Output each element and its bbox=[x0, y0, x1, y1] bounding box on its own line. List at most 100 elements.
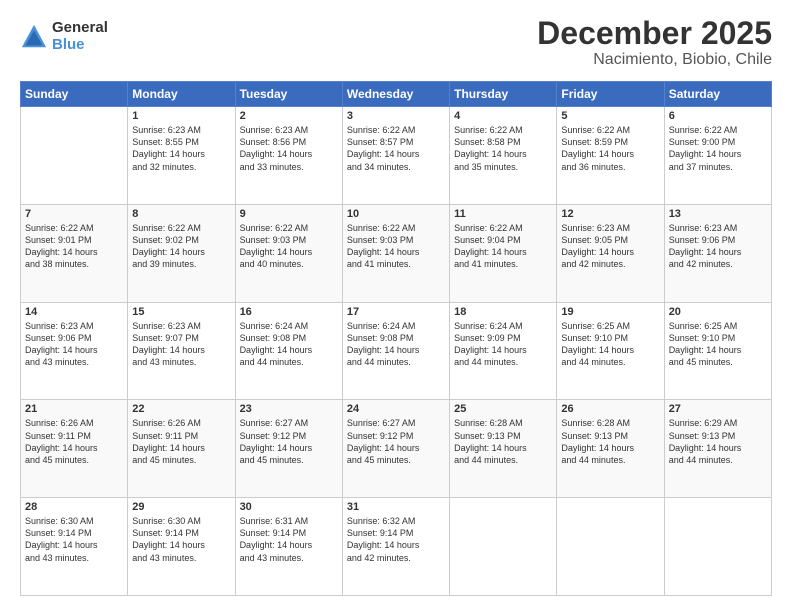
day-number: 11 bbox=[454, 208, 552, 220]
calendar-cell: 3Sunrise: 6:22 AM Sunset: 8:57 PM Daylig… bbox=[342, 107, 449, 205]
calendar-cell bbox=[21, 107, 128, 205]
day-info: Sunrise: 6:26 AM Sunset: 9:11 PM Dayligh… bbox=[132, 417, 230, 466]
day-number: 29 bbox=[132, 501, 230, 513]
calendar-week-1: 1 Sunrise: 6:23 AM Sunset: 8:55 PM Daylig… bbox=[21, 107, 772, 205]
calendar-cell: 8 Sunrise: 6:22 AM Sunset: 9:02 PM Daylig… bbox=[128, 204, 235, 302]
page: General Blue December 2025 Nacimiento, B… bbox=[0, 0, 792, 612]
day-number: 5 bbox=[561, 110, 659, 122]
day-number: 28 bbox=[25, 501, 123, 513]
day-info: Sunrise: 6:25 AM Sunset: 9:10 PM Dayligh… bbox=[669, 320, 767, 369]
day-info: Sunrise: 6:22 AM Sunset: 9:02 PM Dayligh… bbox=[132, 222, 230, 271]
calendar-week-4: 21 Sunrise: 6:26 AM Sunset: 9:11 PM Dayli… bbox=[21, 400, 772, 498]
day-number: 1 bbox=[132, 110, 230, 122]
day-info: Sunrise: 6:23 AM Sunset: 9:05 PM Dayligh… bbox=[561, 222, 659, 271]
day-info: Sunrise: 6:22 AM Sunset: 9:01 PM Dayligh… bbox=[25, 222, 123, 271]
col-friday: Friday bbox=[557, 82, 664, 107]
header-row: Sunday Monday Tuesday Wednesday Thursday… bbox=[21, 82, 772, 107]
calendar-cell: 7 Sunrise: 6:22 AM Sunset: 9:01 PM Daylig… bbox=[21, 204, 128, 302]
day-info: Sunrise: 6:22 AM Sunset: 9:03 PM Dayligh… bbox=[347, 222, 445, 271]
calendar-cell: 18Sunrise: 6:24 AM Sunset: 9:09 PM Dayli… bbox=[450, 302, 557, 400]
calendar-cell: 21 Sunrise: 6:26 AM Sunset: 9:11 PM Dayli… bbox=[21, 400, 128, 498]
day-number: 31 bbox=[347, 501, 445, 513]
day-info: Sunrise: 6:23 AM Sunset: 9:06 PM Dayligh… bbox=[25, 320, 123, 369]
calendar-cell: 16 Sunrise: 6:24 AM Sunset: 9:08 PM Dayli… bbox=[235, 302, 342, 400]
month-title: December 2025 bbox=[537, 16, 772, 51]
day-info: Sunrise: 6:22 AM Sunset: 8:59 PM Dayligh… bbox=[561, 124, 659, 173]
day-number: 19 bbox=[561, 306, 659, 318]
day-number: 3 bbox=[347, 110, 445, 122]
col-thursday: Thursday bbox=[450, 82, 557, 107]
calendar-cell: 20 Sunrise: 6:25 AM Sunset: 9:10 PM Dayli… bbox=[664, 302, 771, 400]
day-info: Sunrise: 6:23 AM Sunset: 9:06 PM Dayligh… bbox=[669, 222, 767, 271]
day-info: Sunrise: 6:24 AM Sunset: 9:08 PM Dayligh… bbox=[347, 320, 445, 369]
day-info: Sunrise: 6:26 AM Sunset: 9:11 PM Dayligh… bbox=[25, 417, 123, 466]
day-info: Sunrise: 6:28 AM Sunset: 9:13 PM Dayligh… bbox=[454, 417, 552, 466]
day-number: 26 bbox=[561, 403, 659, 415]
day-number: 9 bbox=[240, 208, 338, 220]
calendar-table: Sunday Monday Tuesday Wednesday Thursday… bbox=[20, 81, 772, 596]
day-number: 27 bbox=[669, 403, 767, 415]
day-number: 8 bbox=[132, 208, 230, 220]
calendar-cell: 24 Sunrise: 6:27 AM Sunset: 9:12 PM Dayli… bbox=[342, 400, 449, 498]
day-info: Sunrise: 6:29 AM Sunset: 9:13 PM Dayligh… bbox=[669, 417, 767, 466]
day-info: Sunrise: 6:22 AM Sunset: 9:04 PM Dayligh… bbox=[454, 222, 552, 271]
calendar-cell: 23 Sunrise: 6:27 AM Sunset: 9:12 PM Dayli… bbox=[235, 400, 342, 498]
calendar-week-3: 14 Sunrise: 6:23 AM Sunset: 9:06 PM Dayli… bbox=[21, 302, 772, 400]
calendar-cell: 9 Sunrise: 6:22 AM Sunset: 9:03 PM Daylig… bbox=[235, 204, 342, 302]
calendar-week-5: 28Sunrise: 6:30 AM Sunset: 9:14 PM Dayli… bbox=[21, 498, 772, 596]
calendar-cell: 1 Sunrise: 6:23 AM Sunset: 8:55 PM Daylig… bbox=[128, 107, 235, 205]
calendar-cell: 12 Sunrise: 6:23 AM Sunset: 9:05 PM Dayli… bbox=[557, 204, 664, 302]
calendar-cell: 17Sunrise: 6:24 AM Sunset: 9:08 PM Dayli… bbox=[342, 302, 449, 400]
day-info: Sunrise: 6:28 AM Sunset: 9:13 PM Dayligh… bbox=[561, 417, 659, 466]
calendar-cell: 5 Sunrise: 6:22 AM Sunset: 8:59 PM Daylig… bbox=[557, 107, 664, 205]
col-monday: Monday bbox=[128, 82, 235, 107]
calendar-cell: 10 Sunrise: 6:22 AM Sunset: 9:03 PM Dayli… bbox=[342, 204, 449, 302]
logo-blue-label: Blue bbox=[52, 37, 108, 54]
day-info: Sunrise: 6:22 AM Sunset: 8:58 PM Dayligh… bbox=[454, 124, 552, 173]
day-info: Sunrise: 6:23 AM Sunset: 8:56 PM Dayligh… bbox=[240, 124, 338, 173]
calendar-cell bbox=[664, 498, 771, 596]
day-number: 10 bbox=[347, 208, 445, 220]
logo-icon bbox=[20, 23, 48, 51]
day-number: 22 bbox=[132, 403, 230, 415]
calendar-cell: 30Sunrise: 6:31 AM Sunset: 9:14 PM Dayli… bbox=[235, 498, 342, 596]
day-number: 23 bbox=[240, 403, 338, 415]
day-number: 13 bbox=[669, 208, 767, 220]
day-number: 24 bbox=[347, 403, 445, 415]
title-area: December 2025 Nacimiento, Biobio, Chile bbox=[537, 16, 772, 69]
day-number: 18 bbox=[454, 306, 552, 318]
day-info: Sunrise: 6:24 AM Sunset: 9:08 PM Dayligh… bbox=[240, 320, 338, 369]
col-saturday: Saturday bbox=[664, 82, 771, 107]
day-number: 6 bbox=[669, 110, 767, 122]
day-info: Sunrise: 6:23 AM Sunset: 8:55 PM Dayligh… bbox=[132, 124, 230, 173]
day-info: Sunrise: 6:27 AM Sunset: 9:12 PM Dayligh… bbox=[347, 417, 445, 466]
calendar-cell: 15 Sunrise: 6:23 AM Sunset: 9:07 PM Dayli… bbox=[128, 302, 235, 400]
day-number: 7 bbox=[25, 208, 123, 220]
day-number: 16 bbox=[240, 306, 338, 318]
calendar-header: Sunday Monday Tuesday Wednesday Thursday… bbox=[21, 82, 772, 107]
calendar-cell: 28Sunrise: 6:30 AM Sunset: 9:14 PM Dayli… bbox=[21, 498, 128, 596]
day-number: 20 bbox=[669, 306, 767, 318]
calendar-cell: 31 Sunrise: 6:32 AM Sunset: 9:14 PM Dayli… bbox=[342, 498, 449, 596]
calendar-cell: 4Sunrise: 6:22 AM Sunset: 8:58 PM Daylig… bbox=[450, 107, 557, 205]
day-number: 12 bbox=[561, 208, 659, 220]
calendar-cell: 19Sunrise: 6:25 AM Sunset: 9:10 PM Dayli… bbox=[557, 302, 664, 400]
day-number: 25 bbox=[454, 403, 552, 415]
day-info: Sunrise: 6:27 AM Sunset: 9:12 PM Dayligh… bbox=[240, 417, 338, 466]
day-info: Sunrise: 6:32 AM Sunset: 9:14 PM Dayligh… bbox=[347, 515, 445, 564]
day-info: Sunrise: 6:22 AM Sunset: 9:03 PM Dayligh… bbox=[240, 222, 338, 271]
calendar-cell: 11 Sunrise: 6:22 AM Sunset: 9:04 PM Dayli… bbox=[450, 204, 557, 302]
day-number: 14 bbox=[25, 306, 123, 318]
logo: General Blue bbox=[20, 20, 108, 53]
calendar-cell: 13 Sunrise: 6:23 AM Sunset: 9:06 PM Dayli… bbox=[664, 204, 771, 302]
calendar-cell: 26 Sunrise: 6:28 AM Sunset: 9:13 PM Dayli… bbox=[557, 400, 664, 498]
day-info: Sunrise: 6:31 AM Sunset: 9:14 PM Dayligh… bbox=[240, 515, 338, 564]
calendar-cell: 29Sunrise: 6:30 AM Sunset: 9:14 PM Dayli… bbox=[128, 498, 235, 596]
day-number: 15 bbox=[132, 306, 230, 318]
day-number: 21 bbox=[25, 403, 123, 415]
calendar-cell: 2Sunrise: 6:23 AM Sunset: 8:56 PM Daylig… bbox=[235, 107, 342, 205]
logo-text: General Blue bbox=[52, 20, 108, 53]
col-sunday: Sunday bbox=[21, 82, 128, 107]
day-info: Sunrise: 6:23 AM Sunset: 9:07 PM Dayligh… bbox=[132, 320, 230, 369]
col-tuesday: Tuesday bbox=[235, 82, 342, 107]
